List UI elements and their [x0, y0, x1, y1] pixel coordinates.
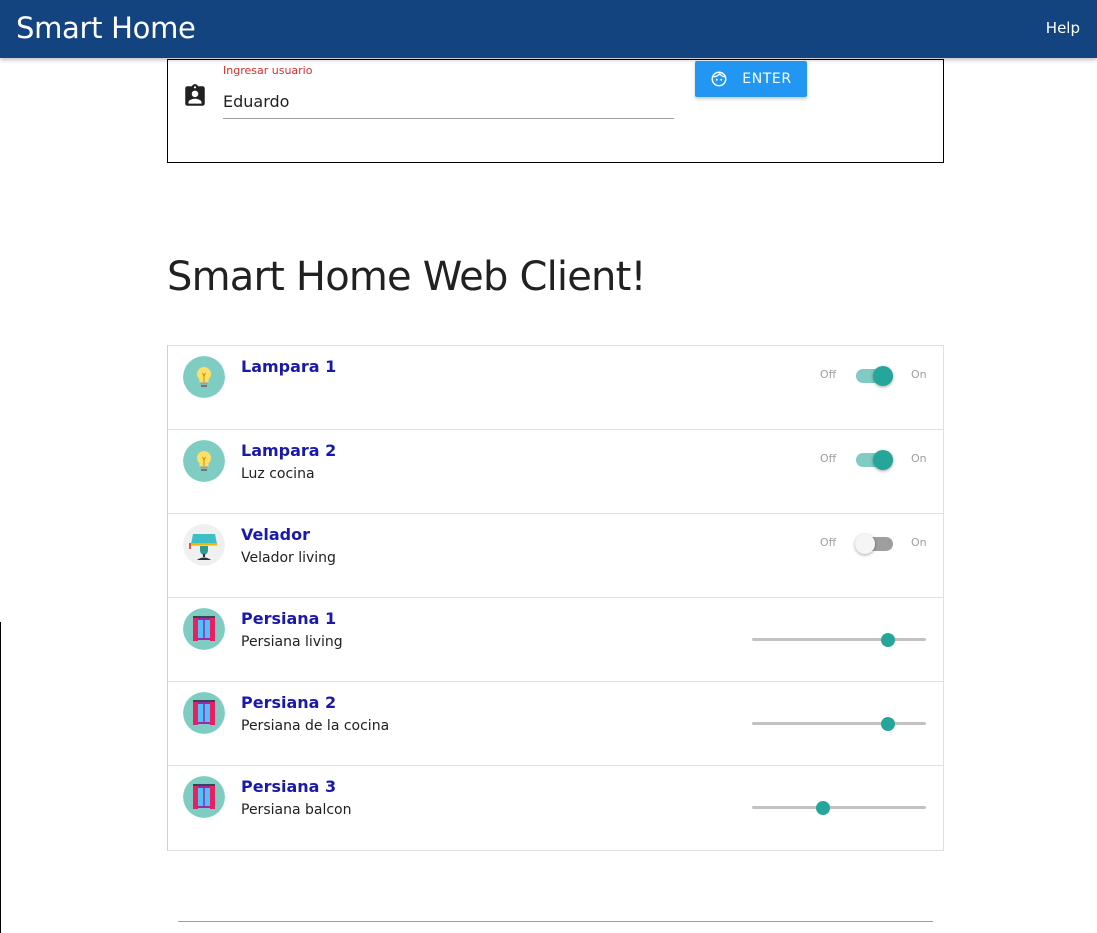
switch-knob[interactable] — [873, 450, 893, 470]
device-name[interactable]: Velador — [241, 525, 310, 545]
slider-track[interactable] — [752, 806, 926, 809]
device-list: Lampara 1 Off On Lampara 2 Luz cocina Of… — [167, 345, 944, 851]
face-icon — [710, 70, 728, 88]
lightbulb-icon — [183, 356, 225, 398]
device-description: Velador living — [241, 550, 336, 566]
switch-off-label: Off — [820, 368, 837, 381]
device-row: Persiana 2 Persiana de la cocina — [168, 682, 943, 766]
lightbulb-icon — [183, 440, 225, 482]
window-blind-icon — [183, 608, 225, 650]
device-name[interactable]: Lampara 1 — [241, 357, 336, 377]
device-row: Persiana 1 Persiana living — [168, 598, 943, 682]
blind-slider[interactable] — [752, 714, 926, 734]
device-description: Luz cocina — [241, 466, 315, 482]
left-divider — [0, 622, 1, 933]
username-input[interactable] — [223, 84, 674, 119]
device-switch: Off On — [820, 450, 930, 470]
device-name[interactable]: Persiana 3 — [241, 777, 336, 797]
lamp-icon — [183, 524, 225, 566]
switch-off-label: Off — [820, 452, 837, 465]
blind-slider[interactable] — [752, 630, 926, 650]
window-blind-icon — [183, 776, 225, 818]
device-row: Lampara 2 Luz cocina Off On — [168, 430, 943, 514]
toggle-switch[interactable] — [856, 450, 893, 470]
device-switch: Off On — [820, 366, 930, 386]
device-row: Lampara 1 Off On — [168, 346, 943, 430]
app-title[interactable]: Smart Home — [16, 10, 196, 46]
slider-thumb[interactable] — [880, 717, 895, 731]
enter-button[interactable]: ENTER — [695, 61, 807, 97]
switch-on-label: On — [911, 452, 927, 465]
toggle-switch[interactable] — [856, 366, 893, 386]
slider-thumb[interactable] — [816, 801, 831, 815]
login-form: Ingresar usuario ENTER — [167, 59, 944, 163]
account-box-icon — [182, 83, 208, 109]
device-switch: Off On — [820, 534, 930, 554]
enter-button-label: ENTER — [742, 71, 792, 87]
slider-track[interactable] — [752, 638, 926, 641]
username-label: Ingresar usuario — [223, 64, 313, 77]
switch-on-label: On — [911, 368, 927, 381]
switch-knob[interactable] — [873, 366, 893, 386]
window-blind-icon — [183, 692, 225, 734]
toggle-switch[interactable] — [855, 534, 893, 554]
footer-divider — [178, 921, 933, 922]
device-description: Persiana living — [241, 634, 343, 650]
blind-slider[interactable] — [752, 798, 926, 818]
switch-knob[interactable] — [855, 534, 875, 554]
page-title: Smart Home Web Client! — [167, 254, 647, 300]
device-name[interactable]: Persiana 1 — [241, 609, 336, 629]
switch-off-label: Off — [820, 536, 837, 549]
help-link[interactable]: Help — [1046, 18, 1080, 38]
switch-on-label: On — [911, 536, 927, 549]
slider-track[interactable] — [752, 722, 926, 725]
device-description: Persiana balcon — [241, 802, 352, 818]
device-row: Persiana 3 Persiana balcon — [168, 766, 943, 850]
device-description: Persiana de la cocina — [241, 718, 390, 734]
device-name[interactable]: Lampara 2 — [241, 441, 336, 461]
navbar: Smart Home Help — [0, 0, 1097, 58]
device-name[interactable]: Persiana 2 — [241, 693, 336, 713]
device-row: Velador Velador living Off On — [168, 514, 943, 598]
slider-thumb[interactable] — [880, 633, 895, 647]
